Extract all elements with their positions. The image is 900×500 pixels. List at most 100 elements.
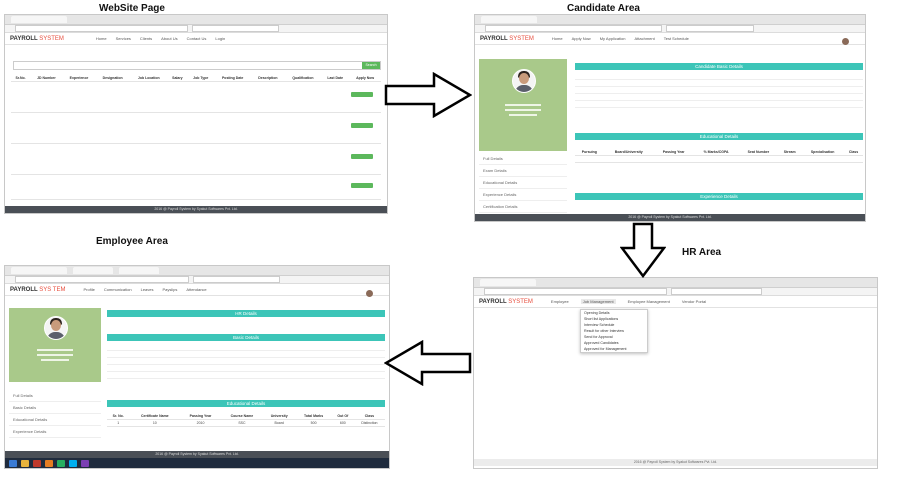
side-experience-details[interactable]: Experience Details (9, 426, 101, 438)
nav-employee-management[interactable]: Employee Management (628, 299, 670, 304)
side-exam-details[interactable]: Exam Details (479, 165, 567, 177)
side-certification-details[interactable]: Certification Details (479, 201, 567, 213)
chrome-icon[interactable] (57, 459, 65, 467)
basic-detail-rows (107, 344, 385, 379)
nav-my-application[interactable]: My Application (600, 36, 626, 41)
side-full-details[interactable]: Full Details (9, 390, 101, 402)
caption-candidate: Candidate Area (567, 3, 640, 14)
brand-logo: PAYROLL SYSTEM (479, 298, 533, 305)
hr-footer: 2016 @ Payroll System by Syakut Software… (474, 459, 877, 466)
nav-test-schedule[interactable]: Test Schedule (664, 36, 689, 41)
education-table: Pursuing Board/University Passing Year% Ma… (575, 149, 863, 163)
user-avatar[interactable] (842, 38, 849, 45)
nav-employee[interactable]: Employee (551, 299, 569, 304)
hr-screenshot: PAYROLL SYSTEM Employee Job Management E… (473, 277, 878, 469)
nav-attendance[interactable]: Attendance (186, 287, 206, 292)
windows-taskbar (5, 458, 389, 468)
browser-tabs (474, 278, 877, 288)
employee-footer: 2016 @ Payroll System by Syakut Software… (5, 451, 389, 458)
brand-logo: PAYROLL SYSTEM (10, 35, 64, 42)
side-full-details[interactable]: Full Details (479, 153, 567, 165)
table-row: 1 10 2010 SSC Board 500 600 Distinction (107, 419, 385, 427)
start-icon[interactable] (9, 459, 17, 467)
nav-vendor-portal[interactable]: Vendor Portal (682, 299, 706, 304)
user-avatar[interactable] (366, 290, 373, 297)
employee-side-menu: Full Details Basic Details Educational D… (9, 390, 101, 438)
apply-now-button[interactable] (351, 154, 373, 159)
profile-info-lines (37, 346, 73, 364)
section-educational-details: Educational Details (107, 400, 385, 407)
browser-urlbar (5, 25, 387, 33)
apply-now-button[interactable] (351, 183, 373, 188)
section-basic-details: Candidate Basic Details (575, 63, 863, 70)
browser-urlbar (474, 288, 877, 296)
table-row (575, 155, 863, 163)
table-row (11, 175, 381, 200)
arrow-candidate-to-hr (620, 222, 666, 278)
side-educational-details[interactable]: Educational Details (9, 414, 101, 426)
browser-urlbar (475, 25, 865, 33)
hr-navbar: PAYROLL SYSTEM Employee Job Management E… (474, 296, 877, 308)
nav-home[interactable]: Home (96, 36, 107, 41)
arrow-hr-to-employee (384, 340, 472, 386)
profile-card (479, 59, 567, 151)
nav-contact[interactable]: Contact Us (187, 36, 207, 41)
job-search-bar: Search (13, 61, 381, 70)
visual-studio-icon[interactable] (81, 459, 89, 467)
section-educational-details: Educational Details (575, 133, 863, 140)
menu-item-approved-for-management[interactable]: Approved for Management (581, 346, 647, 352)
explorer-icon[interactable] (21, 459, 29, 467)
nav-job-management[interactable]: Job Management (580, 299, 616, 304)
brand-logo: PAYROLL SYS TEM (10, 286, 66, 293)
profile-photo (512, 69, 536, 93)
table-row (11, 82, 381, 113)
profile-info-lines (505, 101, 541, 119)
basic-detail-rows (575, 73, 863, 108)
firefox-icon[interactable] (45, 459, 53, 467)
side-experience-details[interactable]: Experience Details (479, 189, 567, 201)
nav-home[interactable]: Home (552, 36, 563, 41)
caption-employee: Employee Area (96, 236, 168, 247)
employee-navbar: PAYROLL SYS TEM Profile Communication Le… (5, 284, 389, 297)
caption-hr: HR Area (682, 247, 722, 258)
nav-apply-now[interactable]: Apply Now (572, 36, 591, 41)
nav-attachment[interactable]: Attachment (635, 36, 655, 41)
browser-tabs (5, 15, 387, 25)
side-educational-details[interactable]: Educational Details (479, 177, 567, 189)
website-screenshot: PAYROLL SYSTEM Home Services Clients Abo… (4, 14, 388, 214)
nav-login[interactable]: Login (215, 36, 225, 41)
skype-icon[interactable] (69, 459, 77, 467)
nav-communication[interactable]: Communication (104, 287, 132, 292)
table-row (11, 113, 381, 144)
side-basic-details[interactable]: Basic Details (9, 402, 101, 414)
apply-now-button[interactable] (351, 92, 373, 97)
candidate-screenshot: PAYROLL SYSTEM Home Apply Now My Applica… (474, 14, 866, 222)
search-input[interactable] (14, 62, 344, 69)
section-basic-details: Basic Details (107, 334, 385, 341)
browser-tabs (5, 266, 389, 276)
nav-services[interactable]: Services (116, 36, 131, 41)
nav-leaves[interactable]: Leaves (141, 287, 154, 292)
website-navbar: PAYROLL SYSTEM Home Services Clients Abo… (5, 33, 387, 45)
table-row (11, 144, 381, 175)
candidate-navbar: PAYROLL SYSTEM Home Apply Now My Applica… (475, 33, 865, 45)
education-table: Sr. No. Certificate Name Passing Year Cours… (107, 413, 385, 427)
pdf-icon[interactable] (33, 459, 41, 467)
candidate-side-menu: Full Details Exam Details Educational De… (479, 153, 567, 213)
jobs-table: Sr.No. JD Number Experience Designation Job … (11, 75, 381, 200)
profile-card (9, 308, 101, 382)
employee-screenshot: PAYROLL SYS TEM Profile Communication Le… (4, 265, 390, 469)
nav-clients[interactable]: Clients (140, 36, 152, 41)
nav-payslips[interactable]: Payslips (163, 287, 178, 292)
nav-about[interactable]: About Us (161, 36, 177, 41)
search-button[interactable]: Search (362, 62, 380, 69)
apply-now-button[interactable] (351, 123, 373, 128)
arrow-website-to-candidate (384, 72, 472, 118)
section-hr-details: HR Details (107, 310, 385, 317)
profile-photo (44, 316, 68, 340)
browser-tabs (475, 15, 865, 25)
brand-logo: PAYROLL SYSTEM (480, 35, 534, 42)
section-experience-details: Experience Details (575, 193, 863, 200)
nav-profile[interactable]: Profile (83, 287, 94, 292)
website-footer: 2016 @ Payroll System by Syakut Software… (5, 206, 387, 213)
